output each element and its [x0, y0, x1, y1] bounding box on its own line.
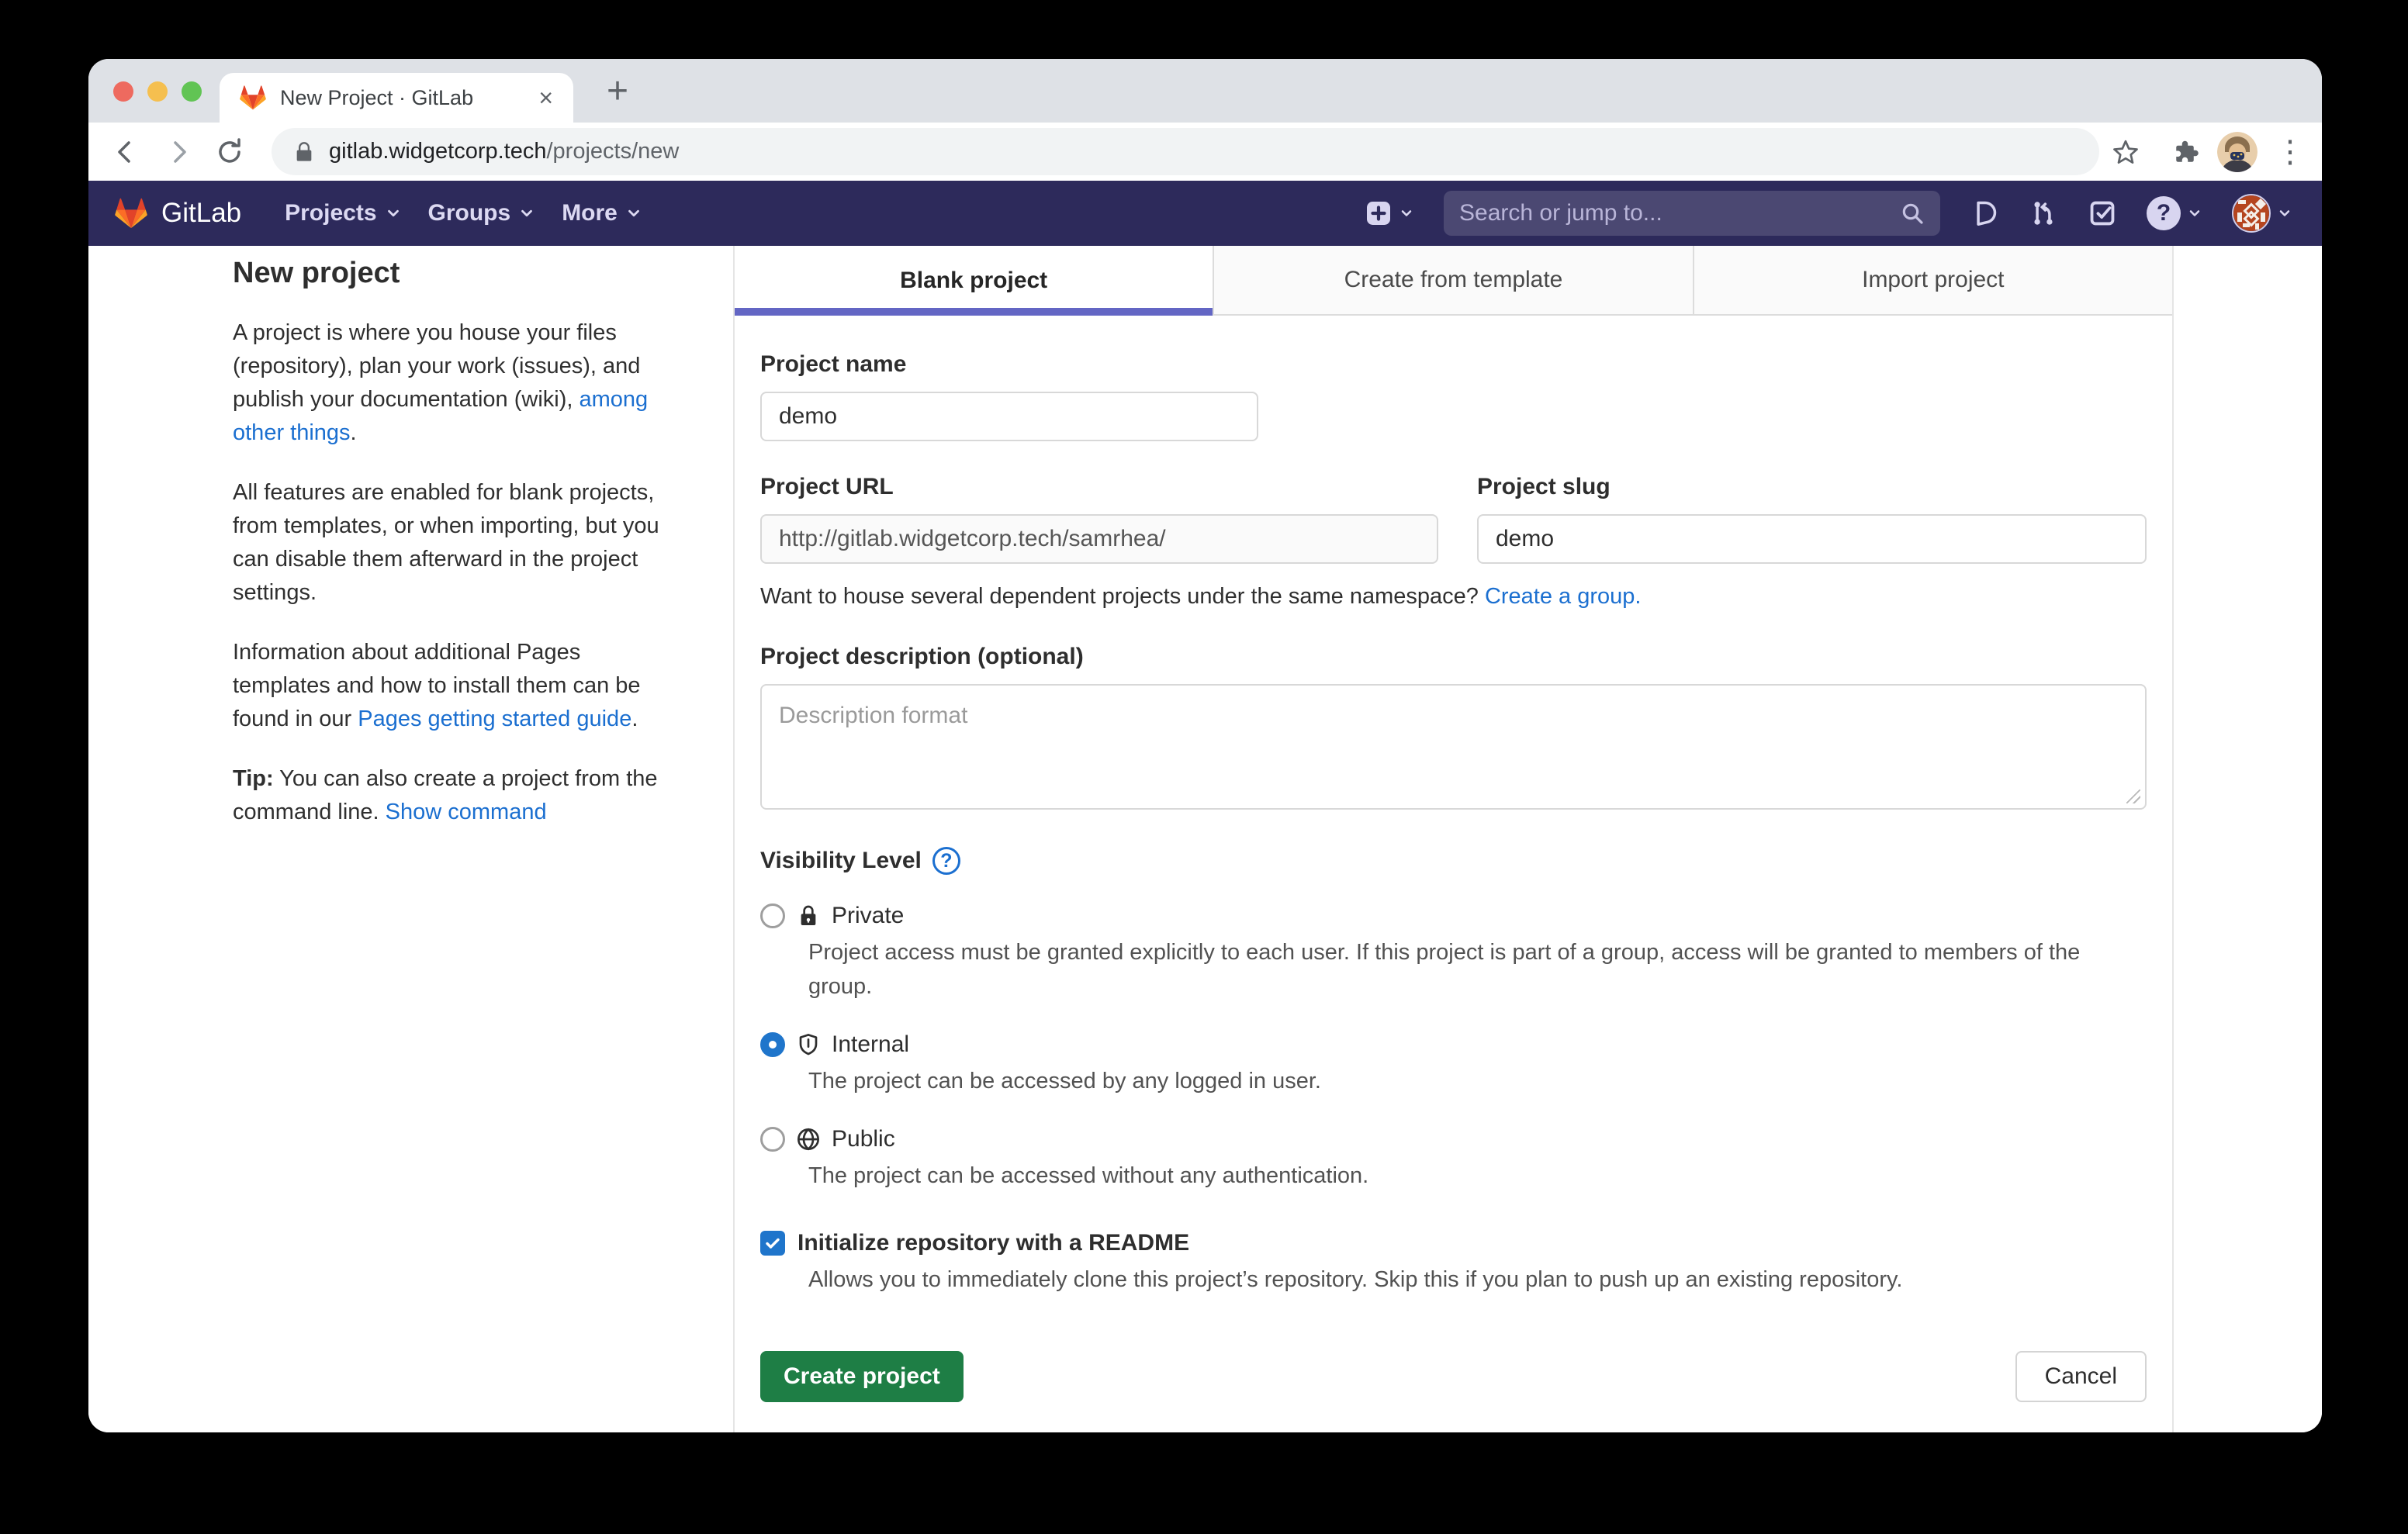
help-sidebar: New project A project is where you house…	[233, 257, 672, 855]
browser-tab[interactable]: New Project · GitLab ×	[220, 73, 573, 123]
blank-project-form: Project name demo Project URL http://git…	[735, 316, 2172, 1432]
sidebar-paragraph: A project is where you house your files …	[233, 316, 672, 450]
tab-blank-project[interactable]: Blank project	[735, 246, 1213, 316]
help-menu[interactable]: ?	[2147, 196, 2202, 230]
issues-icon[interactable]	[1970, 199, 1999, 228]
project-name-input[interactable]: demo	[760, 392, 1258, 441]
reload-icon[interactable]	[211, 133, 248, 171]
todos-icon[interactable]	[2088, 199, 2117, 228]
cancel-button[interactable]: Cancel	[2015, 1351, 2147, 1402]
public-option-label[interactable]: Public	[832, 1126, 895, 1152]
readme-label[interactable]: Initialize repository with a README	[797, 1230, 1189, 1256]
search-icon	[1900, 201, 1925, 226]
chevron-down-icon	[2277, 206, 2292, 221]
maximize-window-button[interactable]	[182, 81, 202, 102]
forward-icon[interactable]	[160, 133, 197, 171]
project-description-label: Project description (optional)	[760, 644, 2147, 670]
visibility-option-private: Private Project access must be granted e…	[760, 903, 2147, 1004]
internal-option-description: The project can be accessed by any logge…	[808, 1064, 2147, 1098]
user-avatar	[2232, 194, 2271, 233]
project-description-textarea[interactable]: Description format	[760, 684, 2147, 810]
new-project-panel: Blank project Create from template Impor…	[733, 246, 2174, 1432]
readme-section: Initialize repository with a README Allo…	[760, 1230, 2147, 1297]
tab-import-project[interactable]: Import project	[1693, 246, 2172, 316]
lock-icon	[796, 903, 821, 928]
chevron-down-icon	[385, 205, 402, 222]
project-type-tabs: Blank project Create from template Impor…	[735, 246, 2172, 316]
private-option-label[interactable]: Private	[832, 903, 904, 929]
public-radio[interactable]	[760, 1127, 785, 1152]
gitlab-navbar: GitLab Projects Groups More Search or ju…	[88, 181, 2322, 246]
visibility-level-label: Visibility Level	[760, 848, 922, 874]
search-input[interactable]: Search or jump to...	[1444, 191, 1940, 236]
globe-icon	[796, 1127, 821, 1152]
create-group-link[interactable]: Create a group.	[1485, 584, 1642, 609]
create-project-button[interactable]: Create project	[760, 1351, 964, 1402]
browser-titlebar: New Project · GitLab × +	[88, 59, 2322, 123]
new-tab-button[interactable]: +	[607, 70, 628, 112]
chevron-down-icon	[518, 205, 535, 222]
show-command-link[interactable]: Show command	[386, 800, 547, 824]
url-path: /projects/new	[547, 139, 680, 164]
bookmark-star-icon[interactable]	[2105, 132, 2146, 172]
back-icon[interactable]	[107, 133, 144, 171]
help-icon: ?	[2147, 196, 2181, 230]
extensions-puzzle-icon[interactable]	[2166, 132, 2206, 172]
tab-close-icon[interactable]: ×	[538, 85, 553, 110]
merge-requests-icon[interactable]	[2029, 199, 2058, 228]
visibility-option-public: Public The project can be accessed witho…	[760, 1126, 2147, 1193]
browser-toolbar: gitlab.widgetcorp.tech/projects/new	[88, 123, 2322, 181]
visibility-option-internal: Internal The project can be accessed by …	[760, 1031, 2147, 1098]
lock-icon	[293, 141, 315, 163]
chevron-down-icon	[1399, 206, 1414, 221]
gitlab-wordmark[interactable]: GitLab	[161, 198, 241, 229]
plus-square-icon	[1365, 199, 1393, 227]
description-placeholder: Description format	[779, 703, 967, 728]
url-domain: gitlab.widgetcorp.tech	[329, 139, 547, 164]
private-option-description: Project access must be granted explicitl…	[808, 935, 2147, 1004]
namespace-hint: Want to house several dependent projects…	[760, 584, 2147, 610]
private-radio[interactable]	[760, 903, 785, 928]
new-item-dropdown[interactable]	[1365, 199, 1414, 227]
nav-groups[interactable]: Groups	[428, 200, 536, 226]
chevron-down-icon	[625, 205, 642, 222]
pages-guide-link[interactable]: Pages getting started guide	[358, 707, 631, 731]
readme-description: Allows you to immediately clone this pro…	[808, 1263, 2147, 1297]
project-url-input[interactable]: http://gitlab.widgetcorp.tech/samrhea/	[760, 514, 1438, 564]
project-name-label: Project name	[760, 351, 2147, 378]
shield-icon	[796, 1032, 821, 1057]
browser-window: New Project · GitLab × + gitlab.widgetco…	[88, 59, 2322, 1432]
minimize-window-button[interactable]	[147, 81, 168, 102]
chevron-down-icon	[2187, 206, 2202, 221]
public-option-description: The project can be accessed without any …	[808, 1159, 2147, 1193]
project-slug-input[interactable]: demo	[1477, 514, 2147, 564]
gitlab-favicon-icon	[240, 85, 266, 111]
sidebar-paragraph: Information about additional Pages templ…	[233, 636, 672, 736]
browser-profile-avatar[interactable]	[2217, 132, 2258, 172]
nav-more[interactable]: More	[562, 200, 642, 226]
close-window-button[interactable]	[113, 81, 133, 102]
visibility-help-icon[interactable]: ?	[932, 847, 960, 875]
internal-option-label[interactable]: Internal	[832, 1031, 909, 1058]
browser-menu-icon[interactable]: ⋮	[2270, 132, 2310, 172]
user-menu[interactable]	[2232, 194, 2292, 233]
address-bar[interactable]: gitlab.widgetcorp.tech/projects/new	[272, 128, 2099, 175]
nav-projects[interactable]: Projects	[285, 200, 401, 226]
search-placeholder: Search or jump to...	[1459, 200, 1900, 226]
project-url-label: Project URL	[760, 474, 1438, 500]
resize-handle-icon[interactable]	[2126, 789, 2140, 803]
project-slug-label: Project slug	[1477, 474, 2147, 500]
tab-title: New Project · GitLab	[280, 86, 524, 110]
internal-radio[interactable]	[760, 1032, 785, 1057]
readme-checkbox[interactable]	[760, 1231, 785, 1256]
tab-create-from-template[interactable]: Create from template	[1213, 246, 1692, 316]
sidebar-paragraph: All features are enabled for blank proje…	[233, 476, 672, 610]
page-content: New project A project is where you house…	[88, 246, 2322, 1432]
page-title: New project	[233, 257, 672, 290]
gitlab-logo-icon[interactable]	[115, 197, 147, 230]
sidebar-tip: Tip: You can also create a project from …	[233, 762, 672, 829]
